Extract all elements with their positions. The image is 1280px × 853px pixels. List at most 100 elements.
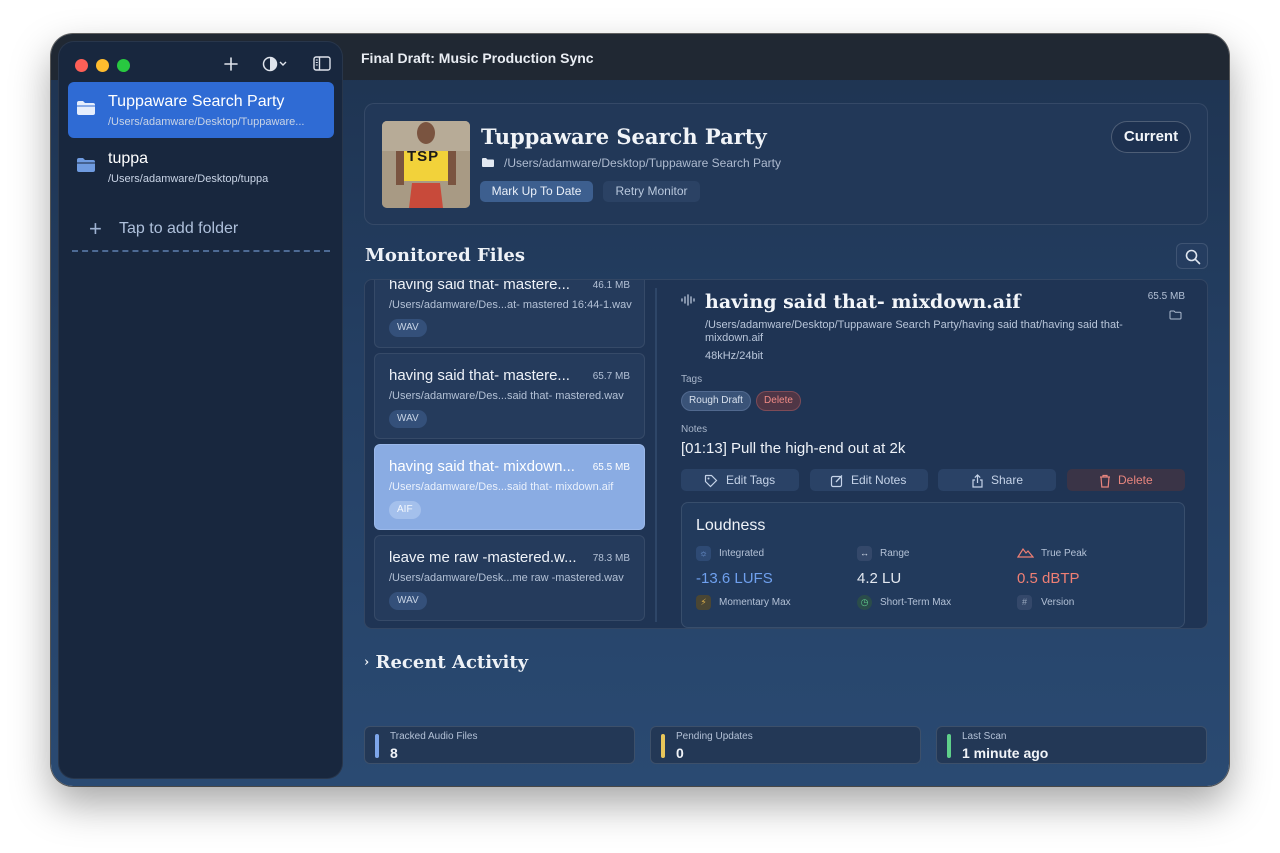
window-title: Final Draft: Music Production Sync — [361, 50, 594, 66]
file-name: having said that- mixdown... — [389, 458, 575, 475]
mark-up-to-date-button[interactable]: Mark Up To Date — [480, 181, 593, 202]
metric-value-integrated: -13.6 LUFS — [696, 570, 773, 587]
file-card[interactable]: having said that- mastere... 65.7 MB /Us… — [374, 353, 645, 439]
stat-accent-bar — [661, 734, 665, 758]
bolt-icon: ⚡ — [696, 595, 711, 610]
sidebar-folder-tuppaware[interactable]: Tuppaware Search Party /Users/adamware/D… — [68, 82, 334, 138]
drop-zone-divider — [72, 250, 330, 252]
files-panel: having said that- mastere... 46.1 MB /Us… — [364, 279, 1208, 629]
share-button[interactable]: Share — [938, 469, 1056, 491]
detail-file-title: having said that- mixdown.aif — [705, 291, 1021, 313]
file-card[interactable]: leave me raw -mastered.w... 78.3 MB /Use… — [374, 535, 645, 621]
recent-activity-title: Recent Activity — [375, 652, 529, 673]
monitored-files-title: Monitored Files — [365, 245, 526, 266]
reveal-folder-icon[interactable] — [1169, 307, 1182, 325]
clock-icon: ◷ — [857, 595, 872, 610]
retry-monitor-button[interactable]: Retry Monitor — [603, 181, 700, 202]
tags-label: Tags — [681, 374, 703, 385]
format-badge: WAV — [389, 410, 427, 428]
stat-label: Last Scan — [962, 731, 1007, 742]
format-badge: WAV — [389, 592, 427, 610]
file-path: /Users/adamware/Desk...me raw -mastered.… — [389, 572, 624, 584]
file-size: 65.7 MB — [592, 371, 630, 382]
plus-icon[interactable] — [223, 56, 239, 75]
folder-icon — [76, 157, 96, 178]
panel-divider — [655, 288, 657, 622]
loudness-title: Loudness — [696, 517, 766, 534]
sidebar: Tuppaware Search Party /Users/adamware/D… — [58, 41, 343, 779]
plus-icon: + — [89, 216, 102, 241]
edit-notes-label: Edit Notes — [851, 473, 907, 487]
hash-icon: # — [1017, 595, 1032, 610]
file-card-selected[interactable]: having said that- mixdown... 65.5 MB /Us… — [374, 444, 645, 530]
stat-accent-bar — [947, 734, 951, 758]
detail-file-format: 48kHz/24bit — [705, 350, 764, 362]
file-size: 65.5 MB — [592, 462, 630, 473]
folder-path: /Users/adamware/Desktop/tuppa — [108, 173, 269, 185]
stat-pending-updates: Pending Updates 0 — [650, 726, 921, 764]
folder-name: Tuppaware Search Party — [108, 93, 285, 110]
edit-notes-button[interactable]: Edit Notes — [810, 469, 928, 491]
edit-tags-label: Edit Tags — [726, 473, 776, 487]
delete-button[interactable]: Delete — [1067, 469, 1185, 491]
search-button[interactable] — [1176, 243, 1208, 269]
detail-file-size: 65.5 MB — [1147, 291, 1185, 302]
file-size: 46.1 MB — [592, 280, 630, 291]
appearance-toggle-icon[interactable] — [262, 56, 290, 75]
metric-label-range: Range — [880, 548, 910, 559]
notes-text: [01:13] Pull the high-end out at 2k — [681, 440, 906, 457]
close-window-button[interactable] — [75, 59, 88, 72]
add-folder-label: Tap to add folder — [119, 220, 239, 237]
tag-icon — [704, 473, 718, 495]
folder-icon — [76, 100, 96, 121]
metric-label-momentary-max: Momentary Max — [719, 597, 791, 608]
stat-value: 8 — [390, 745, 398, 761]
notes-label: Notes — [681, 424, 708, 435]
current-status-button[interactable]: Current — [1111, 121, 1191, 153]
project-title: Tuppaware Search Party — [481, 124, 767, 149]
metric-label-version: Version — [1041, 597, 1075, 608]
file-size: 78.3 MB — [592, 553, 630, 564]
folder-icon — [481, 157, 495, 171]
stat-label: Pending Updates — [676, 731, 753, 742]
metric-value-true-peak: 0.5 dBTP — [1017, 570, 1080, 587]
file-path: /Users/adamware/Des...said that- mixdown… — [389, 481, 614, 493]
loudness-card: Loudness ☼ Integrated -13.6 LUFS ↔ Range… — [681, 502, 1185, 628]
waveform-icon — [681, 293, 695, 311]
zoom-window-button[interactable] — [117, 59, 130, 72]
file-name: leave me raw -mastered.w... — [389, 549, 577, 566]
app-window: Final Draft: Music Production Sync Tuppa… — [51, 34, 1229, 786]
stat-tracked-audio-files: Tracked Audio Files 8 — [364, 726, 635, 764]
tag-delete[interactable]: Delete — [756, 391, 801, 411]
stat-accent-bar — [375, 734, 379, 758]
file-name: having said that- mastere... — [389, 279, 570, 293]
range-arrows-icon: ↔ — [857, 546, 872, 561]
project-header: TSP Tuppaware Search Party /Users/adamwa… — [364, 103, 1208, 225]
folder-path: /Users/adamware/Desktop/Tuppaware... — [108, 116, 305, 128]
recent-activity-toggle[interactable]: › Recent Activity — [364, 652, 528, 673]
edit-tags-button[interactable]: Edit Tags — [681, 469, 799, 491]
metric-label-true-peak: True Peak — [1041, 548, 1087, 559]
search-icon — [1185, 249, 1201, 265]
album-art-text: TSP — [407, 148, 440, 165]
metric-value-range: 4.2 LU — [857, 570, 902, 587]
sidebar-folder-tuppa[interactable]: tuppa /Users/adamware/Desktop/tuppa — [68, 139, 334, 195]
file-path: /Users/adamware/Des...said that- mastere… — [389, 390, 624, 402]
peak-mountain-icon — [1016, 546, 1035, 561]
share-label: Share — [991, 473, 1024, 487]
detail-file-path: /Users/adamware/Desktop/Tuppaware Search… — [705, 319, 1123, 344]
chevron-right-icon: › — [364, 655, 370, 670]
minimize-window-button[interactable] — [96, 59, 109, 72]
file-path: /Users/adamware/Des...at- mastered 16:44… — [389, 299, 632, 311]
share-icon — [971, 473, 984, 495]
format-badge: AIF — [389, 501, 421, 519]
stat-label: Tracked Audio Files — [390, 731, 478, 742]
tag-rough-draft[interactable]: Rough Draft — [681, 391, 751, 411]
folder-name: tuppa — [108, 150, 149, 167]
metric-label-short-term-max: Short-Term Max — [880, 597, 952, 608]
format-badge: WAV — [389, 319, 427, 337]
file-name: having said that- mastere... — [389, 367, 570, 384]
file-card[interactable]: having said that- mastere... 46.1 MB /Us… — [374, 279, 645, 348]
trash-icon — [1099, 473, 1111, 495]
sidebar-toggle-icon[interactable] — [313, 56, 331, 74]
